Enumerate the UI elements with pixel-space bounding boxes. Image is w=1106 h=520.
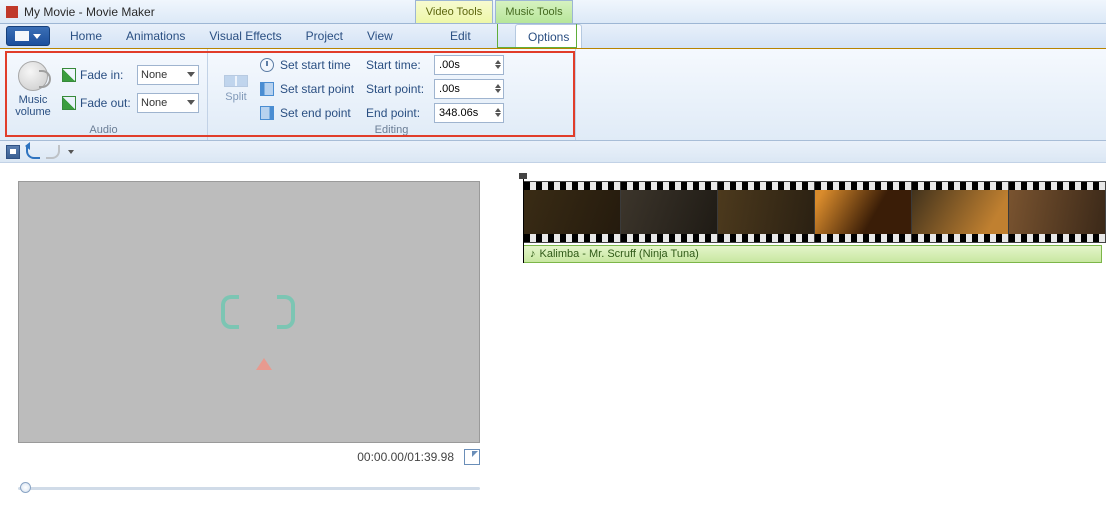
ribbon-group-editing: Split Set start time Set start point Set… [208, 49, 576, 140]
fade-in-label: Fade in: [80, 68, 133, 82]
start-point-label: Start point: [366, 82, 430, 96]
file-menu-button[interactable] [6, 26, 50, 46]
end-point-value: 348.06s [439, 107, 478, 119]
start-time-label: Start time: [366, 58, 430, 72]
fade-out-label: Fade out: [80, 96, 133, 110]
preview-monitor[interactable] [18, 181, 480, 443]
ribbon-group-audio-title: Audio [8, 124, 199, 138]
tab-options-label: Options [528, 30, 569, 44]
chevron-down-icon [33, 34, 41, 39]
set-start-time-label: Set start time [280, 58, 351, 72]
title-bar: My Movie - Movie Maker Video Tools Music… [0, 0, 1106, 24]
end-point-spinner[interactable]: 348.06s [434, 103, 504, 123]
tab-animations[interactable]: Animations [114, 24, 197, 48]
tab-edit-label: Edit [450, 29, 471, 43]
save-icon[interactable] [6, 145, 20, 159]
seek-slider[interactable] [18, 481, 480, 495]
fade-out-icon [62, 96, 76, 110]
split-button[interactable]: Split [216, 75, 256, 103]
ribbon-group-audio: Music volume Fade in: None Fade out: Non… [0, 49, 208, 140]
contextual-tab-video-tools[interactable]: Video Tools [415, 0, 493, 23]
tab-home-label: Home [70, 29, 102, 43]
video-clip-thumbnail[interactable] [815, 182, 912, 242]
seek-track [18, 487, 480, 490]
error-triangle-icon [256, 358, 272, 370]
music-volume-button[interactable]: Music volume [8, 59, 58, 118]
loading-spinner-icon [221, 295, 239, 329]
fullscreen-icon[interactable] [464, 449, 480, 465]
qat-customize-chevron-down-icon[interactable] [68, 150, 74, 154]
video-clip-thumbnail[interactable] [912, 182, 1009, 242]
video-clip-thumbnail[interactable] [718, 182, 815, 242]
video-clip-thumbnail[interactable] [621, 182, 718, 242]
start-point-value: .00s [439, 83, 460, 95]
playback-time-display: 00:00.00/01:39.98 [357, 450, 454, 464]
app-icon [6, 6, 18, 18]
split-label: Split [225, 91, 246, 103]
fade-out-value: None [141, 97, 167, 109]
speaker-icon [18, 61, 48, 91]
tab-visual-effects-label: Visual Effects [209, 29, 281, 43]
tab-project-label: Project [306, 29, 343, 43]
contextual-tab-music-label: Music Tools [505, 6, 562, 18]
ribbon-group-editing-title: Editing [216, 124, 567, 138]
video-clip-thumbnail[interactable] [1009, 182, 1105, 242]
end-point-icon [260, 106, 274, 120]
set-end-point-button[interactable]: Set end point [260, 103, 354, 123]
timeline-pane[interactable]: ♪ Kalimba - Mr. Scruff (Ninja Tuna) [505, 163, 1106, 520]
audio-track-clip[interactable]: ♪ Kalimba - Mr. Scruff (Ninja Tuna) [523, 245, 1102, 263]
contextual-tab-video-label: Video Tools [426, 6, 482, 18]
start-time-value: .00s [439, 59, 460, 71]
fade-in-value: None [141, 69, 167, 81]
quick-access-toolbar [0, 141, 1106, 163]
tab-view-label: View [367, 29, 393, 43]
set-start-point-label: Set start point [280, 82, 354, 96]
start-point-spinner[interactable]: .00s [434, 79, 504, 99]
chevron-up-icon [495, 84, 501, 88]
chevron-down-icon [495, 113, 501, 117]
set-start-point-button[interactable]: Set start point [260, 79, 354, 99]
chevron-up-icon [495, 108, 501, 112]
fade-out-combobox[interactable]: None [137, 93, 199, 113]
set-start-time-button[interactable]: Set start time [260, 55, 354, 75]
tab-options[interactable]: Options [515, 24, 582, 48]
loading-spinner-icon [277, 295, 295, 329]
file-menu-icon [15, 31, 29, 41]
chevron-down-icon [187, 100, 195, 105]
split-icon [224, 75, 248, 87]
seek-thumb[interactable] [20, 482, 31, 493]
video-clip-thumbnail[interactable] [524, 182, 621, 242]
undo-icon[interactable] [26, 145, 40, 159]
start-point-icon [260, 82, 274, 96]
contextual-tab-music-tools[interactable]: Music Tools [495, 0, 573, 23]
chevron-up-icon [495, 60, 501, 64]
ribbon-tab-row: Home Animations Visual Effects Project V… [0, 24, 1106, 49]
music-volume-label: Music volume [15, 94, 50, 118]
fade-in-combobox[interactable]: None [137, 65, 199, 85]
preview-pane: 00:00.00/01:39.98 [0, 163, 505, 520]
audio-track-label: Kalimba - Mr. Scruff (Ninja Tuna) [540, 248, 699, 260]
tab-visual-effects[interactable]: Visual Effects [197, 24, 293, 48]
contextual-tab-group: Video Tools Music Tools [415, 0, 575, 24]
main-content: 00:00.00/01:39.98 ♪ Kalimba - Mr. Scruff… [0, 163, 1106, 520]
tab-project[interactable]: Project [294, 24, 355, 48]
clock-icon [260, 58, 274, 72]
start-time-spinner[interactable]: .00s [434, 55, 504, 75]
redo-icon[interactable] [46, 145, 60, 159]
set-end-point-label: Set end point [280, 106, 351, 120]
music-note-icon: ♪ [530, 248, 536, 260]
tab-home[interactable]: Home [58, 24, 114, 48]
tab-animations-label: Animations [126, 29, 185, 43]
ribbon: Music volume Fade in: None Fade out: Non… [0, 49, 1106, 141]
fade-in-icon [62, 68, 76, 82]
tab-edit[interactable]: Edit [438, 24, 483, 48]
video-filmstrip[interactable] [523, 181, 1106, 243]
tab-view[interactable]: View [355, 24, 405, 48]
chevron-down-icon [495, 89, 501, 93]
end-point-label: End point: [366, 106, 430, 120]
chevron-down-icon [187, 72, 195, 77]
chevron-down-icon [495, 65, 501, 69]
window-title: My Movie - Movie Maker [24, 5, 155, 19]
